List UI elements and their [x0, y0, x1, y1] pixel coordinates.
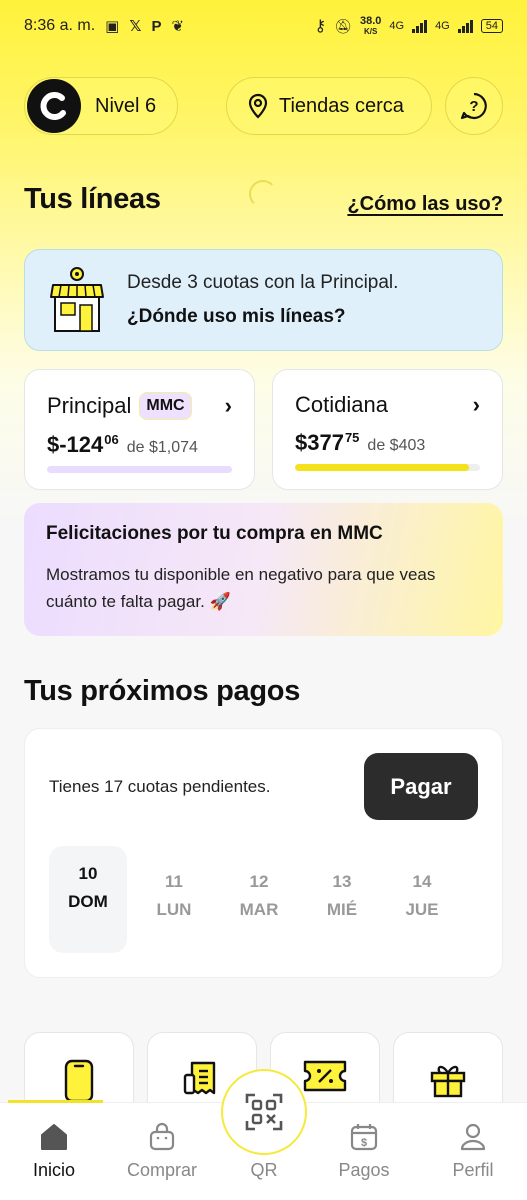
line-usage-fill [47, 466, 232, 473]
nav-profile[interactable]: Perfil [423, 1122, 523, 1181]
day-name: MAR [239, 900, 279, 919]
chevron-right-icon: › [472, 392, 480, 417]
day-name: DOM [68, 892, 108, 911]
day-jue[interactable]: 14 JUE [383, 846, 461, 953]
payments-title: Tus próximos pagos [24, 675, 301, 707]
signal-icon [412, 19, 428, 33]
line-name: Principal [47, 393, 132, 418]
svg-text:?: ? [469, 98, 478, 115]
pay-button[interactable]: Pagar [364, 753, 478, 820]
vpn-key-icon: ⚷ [314, 18, 327, 35]
day-number: 14 [412, 872, 432, 891]
phone-icon [64, 1059, 94, 1103]
day-name: MIÉ [326, 900, 358, 919]
x-app-icon: 𝕏 [129, 18, 142, 35]
location-pin-icon [248, 93, 268, 119]
home-icon [41, 1124, 67, 1150]
pending-installments-text: Tienes 17 cuotas pendientes. [49, 777, 271, 796]
shop-icon [50, 267, 104, 332]
line-amount-cents: 75 [344, 430, 360, 445]
level-button[interactable]: Nivel 6 [24, 77, 178, 135]
promo-card: Felicitaciones por tu compra en MMC Most… [24, 503, 503, 636]
lines-title: Tus líneas [24, 183, 161, 215]
line-limit: de $403 [367, 437, 426, 454]
status-bar: 8:36 a. m. ▣ 𝕏 P ❦ ⚷ 🔕︎ 38.0 K/S 4G 4G 54 [0, 0, 527, 52]
mute-bell-icon: 🔕︎ [334, 17, 352, 34]
how-to-use-link[interactable]: ¿Cómo las uso? [347, 193, 503, 216]
nav-home[interactable]: Inicio [4, 1122, 104, 1181]
upcoming-payments-card: Tienes 17 cuotas pendientes. Pagar 10 DOM… [24, 728, 503, 978]
help-button[interactable]: ? [445, 77, 503, 135]
nav-shop-label: Comprar [126, 1160, 197, 1180]
shopping-bag-icon [149, 1122, 175, 1151]
line-card-cotidiana[interactable]: Cotidiana › $377 75 de $403 [272, 369, 503, 490]
info-link[interactable]: ¿Dónde uso mis líneas? [127, 306, 398, 328]
day-name: LUN [156, 900, 192, 919]
net-type-1: 4G [389, 20, 405, 32]
chevron-right-icon: › [224, 393, 232, 418]
promo-message: Mostramos tu disponible en negativo para… [46, 565, 436, 611]
line-usage-bar [295, 464, 480, 471]
active-tab-indicator [8, 1100, 103, 1103]
signal-icon-2 [457, 19, 473, 33]
line-amount: $377 [295, 430, 344, 455]
p-app-icon: P [151, 17, 162, 35]
line-card-principal[interactable]: Principal MMC › $-124 06 de $1,074 [24, 369, 255, 490]
day-mié[interactable]: 13 MIÉ [303, 846, 381, 953]
nav-qr-label: QR [250, 1160, 278, 1180]
nav-payments-label: Pagos [338, 1160, 390, 1180]
line-amount-cents: 06 [104, 432, 119, 447]
promo-title: Felicitaciones por tu compra en MMC [46, 523, 383, 544]
nav-profile-label: Perfil [452, 1160, 494, 1180]
line-usage-fill [295, 464, 469, 471]
mmc-badge: MMC [139, 392, 192, 420]
day-dom[interactable]: 10 DOM [49, 846, 127, 953]
nav-qr[interactable]: QR [214, 1122, 314, 1181]
battery-indicator: 54 [480, 19, 503, 33]
level-label: Nivel 6 [95, 94, 157, 117]
svg-text:$: $ [361, 1137, 367, 1149]
receipt-icon [183, 1061, 216, 1095]
line-limit: de $1,074 [126, 439, 198, 456]
day-name: JUE [405, 900, 439, 919]
day-number: 11 [165, 872, 183, 891]
where-to-use-card[interactable]: Desde 3 cuotas con la Principal. ¿Dónde … [24, 249, 503, 351]
line-name: Cotidiana [295, 392, 388, 417]
day-lun[interactable]: 11 LUN [135, 846, 213, 953]
day-mar[interactable]: 12 MAR [220, 846, 298, 953]
line-usage-bar [47, 466, 232, 473]
nav-shop[interactable]: Comprar [112, 1122, 212, 1181]
calendar-payment-icon: $ [350, 1124, 378, 1151]
day-number: 12 [249, 872, 269, 891]
line-amount: $-124 [47, 432, 104, 457]
nearby-stores-label: Tiendas cerca [279, 94, 404, 117]
day-number: 13 [332, 872, 352, 891]
help-chat-icon: ? [460, 92, 487, 120]
gift-icon [430, 1065, 466, 1098]
nearby-stores-button[interactable]: Tiendas cerca [226, 77, 432, 135]
nav-payments[interactable]: $ Pagos [314, 1122, 414, 1181]
leaf-app-icon: ❦ [171, 18, 185, 35]
level-logo-icon [27, 79, 81, 133]
info-text: Desde 3 cuotas con la Principal. [127, 272, 399, 293]
net-speed: 38.0 K/S [359, 14, 382, 36]
profile-icon [460, 1123, 486, 1151]
discount-ticket-icon [303, 1060, 347, 1092]
status-time: 8:36 a. m. [24, 17, 96, 34]
office-app-icon: ▣ [105, 18, 120, 35]
day-number: 10 [78, 864, 98, 883]
nav-home-label: Inicio [32, 1160, 76, 1180]
loading-spinner [249, 180, 277, 208]
net-type-2: 4G [435, 20, 450, 32]
